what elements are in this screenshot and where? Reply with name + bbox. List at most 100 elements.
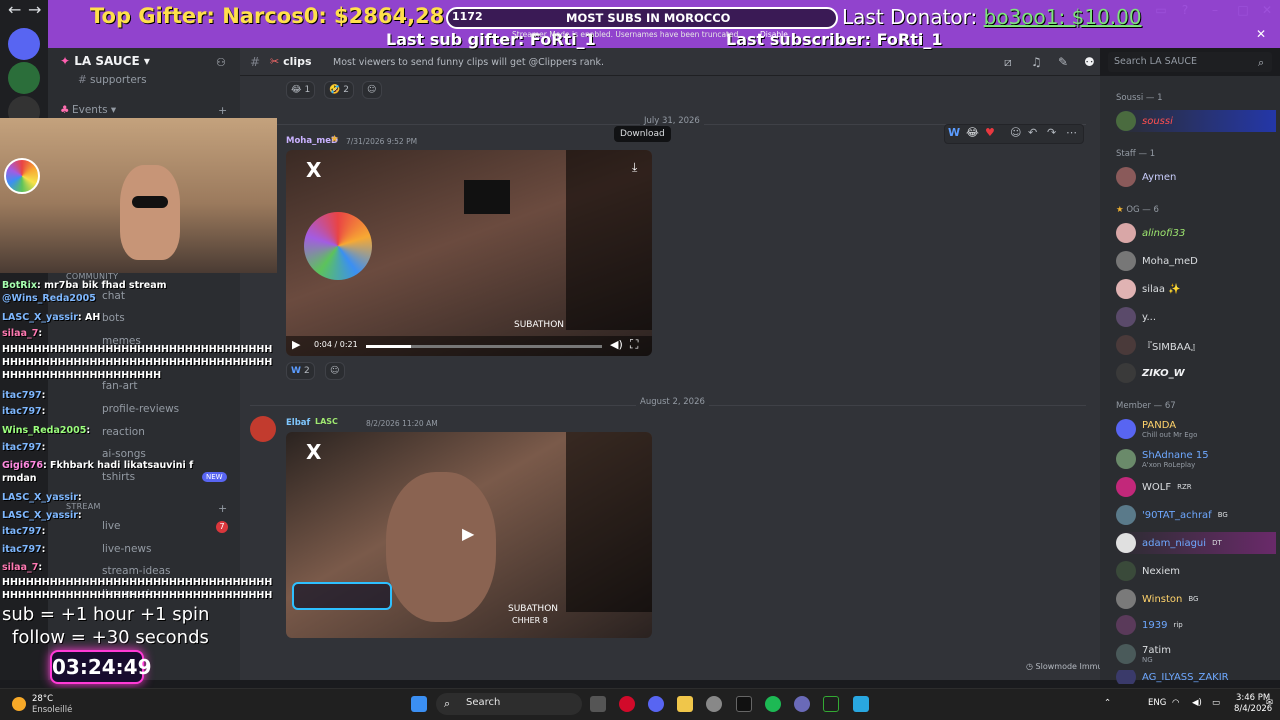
wifi-icon[interactable]: ◠: [1172, 698, 1179, 708]
weather-desc[interactable]: Ensoleillé: [32, 705, 72, 715]
add-reaction-icon[interactable]: ☺: [325, 362, 345, 380]
channel-stream-ideas[interactable]: stream-ideas: [102, 565, 171, 577]
volume-icon[interactable]: ◀): [1192, 698, 1202, 708]
sun-icon[interactable]: [12, 697, 26, 711]
message-author[interactable]: Elbaf: [286, 418, 310, 428]
member-item[interactable]: Nexiem: [1116, 560, 1276, 582]
channel-fan-art[interactable]: fan-art: [102, 380, 137, 392]
language-indicator[interactable]: ENG: [1148, 698, 1166, 708]
member-item[interactable]: silaa ✨: [1116, 278, 1276, 300]
channel-name: ✂ clips: [270, 55, 312, 68]
member-item[interactable]: Winston BG: [1116, 588, 1276, 610]
member-item[interactable]: adam_niagui DT: [1116, 532, 1276, 554]
channel-ai-songs[interactable]: ai-songs: [102, 448, 146, 460]
close-icon[interactable]: ✕: [1256, 27, 1266, 41]
volume-icon[interactable]: ◀): [610, 338, 623, 351]
member-item[interactable]: soussi: [1116, 110, 1276, 132]
discord-icon[interactable]: [648, 696, 664, 712]
member-item[interactable]: ZIKO_W: [1116, 362, 1276, 384]
add-channel-icon[interactable]: +: [218, 502, 227, 515]
member-item[interactable]: '90TAT_achraf BG: [1116, 504, 1276, 526]
discord-home-icon[interactable]: [8, 28, 40, 60]
add-member-icon[interactable]: ⚇: [216, 56, 226, 69]
server-name[interactable]: ✦ LA SAUCE ▾: [60, 54, 150, 68]
threads-icon[interactable]: ⧄: [1004, 55, 1012, 70]
add-reaction-icon[interactable]: ☺: [1010, 126, 1021, 139]
chat-username: LASC_X_yassir: [2, 312, 78, 323]
disable-streamer-mode-link[interactable]: Disable: [760, 30, 788, 39]
member-item[interactable]: y...: [1116, 306, 1276, 328]
play-icon[interactable]: ▶: [292, 338, 300, 351]
pin-icon[interactable]: ✎: [1058, 55, 1068, 69]
chat-username: itac797: [2, 406, 42, 417]
member-item[interactable]: 1939 rip: [1116, 614, 1276, 636]
quick-reaction-heart[interactable]: ♥: [985, 126, 995, 139]
quick-reaction-laugh[interactable]: 😂: [966, 126, 979, 139]
reply-icon[interactable]: ↶: [1028, 126, 1037, 139]
channel-profile-reviews[interactable]: profile-reviews: [102, 403, 179, 415]
weather-temp[interactable]: 28°C: [32, 694, 53, 704]
quick-reaction-w[interactable]: W: [948, 126, 960, 139]
add-reaction-icon[interactable]: ☺: [362, 81, 382, 99]
video-player[interactable]: X SUBATHON ▶ 0:04 / 0:21 ◀) ⛶ ⤓: [286, 150, 652, 356]
channel-chat[interactable]: chat: [102, 290, 125, 302]
member-item[interactable]: AG_ILYASS_ZAKIR: [1116, 670, 1276, 684]
chat-username: itac797: [2, 526, 42, 537]
video-player[interactable]: X ▶ SUBATHON CHHER 8: [286, 432, 652, 638]
app-icon[interactable]: [794, 696, 810, 712]
server-icon[interactable]: [8, 62, 40, 94]
chat-overlay-line: HHHHHHHHHHHHHHHHHHHHHHHHHHHHHHHHHH: [2, 577, 272, 588]
member-item[interactable]: 7atim NG: [1116, 643, 1276, 665]
capcut-icon[interactable]: [736, 696, 752, 712]
fullscreen-icon[interactable]: ⛶: [630, 337, 638, 352]
forward-icon[interactable]: ↷: [1047, 126, 1056, 139]
notification-bell-icon[interactable]: ♫: [1031, 55, 1042, 69]
task-view-icon[interactable]: [590, 696, 606, 712]
channel-reaction[interactable]: reaction: [102, 426, 145, 438]
member-list-icon[interactable]: ⚉: [1084, 55, 1095, 69]
channel-topic[interactable]: Most viewers to send funny clips will ge…: [333, 57, 604, 68]
download-icon[interactable]: ⤓: [632, 160, 637, 175]
taskbar-search[interactable]: Search: [436, 693, 582, 715]
member-item[interactable]: WOLF RZR: [1116, 476, 1276, 498]
video-subcaption: CHHER 8: [512, 616, 548, 625]
app-icon[interactable]: [853, 696, 869, 712]
reaction-chip[interactable]: 🤣 2: [324, 81, 354, 99]
spotify-icon[interactable]: [765, 696, 781, 712]
channel-live[interactable]: live: [102, 520, 121, 532]
member-item[interactable]: ShAdnane 15 A'xon RoLeplay: [1116, 448, 1276, 470]
more-icon[interactable]: ⋯: [1066, 126, 1077, 139]
sub-count: 1172: [452, 10, 483, 23]
chat-overlay-line: Wins_Reda2005:: [2, 425, 90, 436]
channel-bots[interactable]: bots: [102, 312, 125, 324]
streamer-mode-note: Streamer Mode is enabled. Usernames have…: [512, 30, 741, 39]
chat-overlay-line: rmdan: [2, 473, 37, 484]
play-icon[interactable]: ▶: [462, 524, 474, 543]
settings-icon[interactable]: [706, 696, 722, 712]
chevron-up-icon[interactable]: ⌃: [1104, 698, 1111, 708]
member-item[interactable]: Aymen: [1116, 166, 1276, 188]
channel-live-news[interactable]: live-news: [102, 543, 151, 555]
file-explorer-icon[interactable]: [677, 696, 693, 712]
start-icon[interactable]: [411, 696, 427, 712]
battery-icon[interactable]: ▭: [1212, 698, 1220, 708]
notifications-icon[interactable]: ✉: [1266, 698, 1273, 708]
channel-supporters[interactable]: # supporters: [78, 74, 147, 86]
avatar[interactable]: [250, 416, 276, 442]
channel-tshirts[interactable]: tshirts: [102, 471, 135, 483]
events-item[interactable]: ♣ Events ▾: [60, 104, 116, 116]
opera-icon[interactable]: [619, 696, 635, 712]
member-item[interactable]: Moha_meD: [1116, 250, 1276, 272]
member-item[interactable]: 『SIMBAA』: [1116, 334, 1276, 356]
reaction-chip[interactable]: 😂 1: [286, 81, 316, 99]
search-input[interactable]: Search LA SAUCE: [1108, 52, 1272, 72]
member-item[interactable]: alinofi33: [1116, 222, 1276, 244]
reaction-chip[interactable]: W2: [286, 362, 315, 380]
chat-overlay-line: itac797:: [2, 406, 45, 417]
add-channel-icon[interactable]: +: [218, 104, 227, 117]
sub-rule-text: sub = +1 hour +1 spin: [2, 604, 210, 625]
terminal-icon[interactable]: [823, 696, 839, 712]
member-item[interactable]: PANDA Chill out Mr Ego: [1116, 418, 1276, 440]
search-icon[interactable]: ⌕: [1258, 56, 1264, 70]
member-group-header: ★ OG — 6: [1116, 205, 1159, 215]
